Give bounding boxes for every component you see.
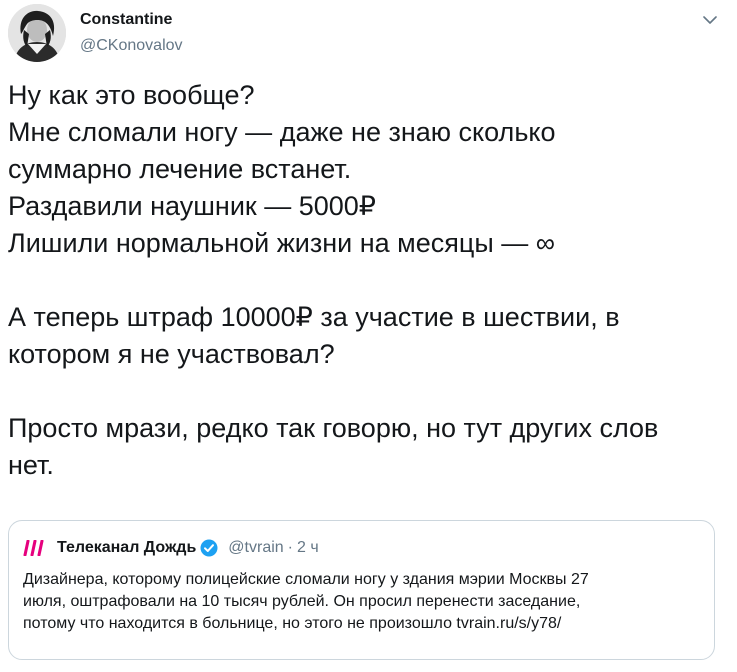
quoted-timestamp[interactable]: 2 ч — [297, 539, 319, 557]
tweet-line: Раздавили наушник — 5000₽ — [8, 191, 376, 221]
quoted-tweet-header: Телеканал Дождь @tvrain · 2 ч — [23, 535, 319, 561]
quoted-author-name[interactable]: Телеканал Дождь — [57, 539, 196, 557]
tweet-line: А теперь штраф 10000₽ за участие в шеств… — [8, 302, 620, 332]
tweet-line: суммарно лечение встанет. — [8, 154, 352, 184]
quoted-line: потому что находится в больнице, но этог… — [23, 615, 562, 632]
tweet: Constantine @CKonovalov Ну как это вообщ… — [0, 0, 737, 672]
quoted-tweet[interactable]: Телеканал Дождь @tvrain · 2 ч Дизайнера,… — [8, 520, 715, 660]
author-handle[interactable]: @CKonovalov — [80, 37, 183, 55]
avatar-photo — [8, 4, 66, 62]
tweet-header: Constantine @CKonovalov — [8, 4, 728, 62]
tweet-line: Лишили нормальной жизни на месяцы — ∞ — [8, 228, 556, 258]
quoted-author-handle[interactable]: @tvrain — [228, 539, 283, 557]
tvrain-logo — [23, 540, 44, 556]
tweet-line: Ну как это вообще? — [8, 80, 255, 110]
tweet-line: Просто мрази, редко так говорю, но тут д… — [8, 413, 659, 443]
quoted-tweet-text: Дизайнера, которому полицейские сломали … — [23, 569, 703, 635]
tweet-line: нет. — [8, 450, 54, 480]
quoted-line: Дизайнера, которому полицейские сломали … — [23, 571, 589, 588]
author-name[interactable]: Constantine — [80, 11, 172, 29]
quoted-line: июля, оштрафовали на 10 тысяч рублей. Он… — [23, 593, 581, 610]
user-avatar[interactable] — [8, 4, 66, 62]
separator-dot: · — [287, 539, 293, 556]
tweet-line: котором я не участвовал? — [8, 339, 335, 369]
verified-badge-icon — [200, 539, 218, 557]
tweet-text: Ну как это вообще? Мне сломали ногу — да… — [8, 77, 728, 484]
chevron-down-icon[interactable] — [700, 10, 720, 30]
tweet-line: Мне сломали ногу — даже не знаю сколько — [8, 117, 556, 147]
